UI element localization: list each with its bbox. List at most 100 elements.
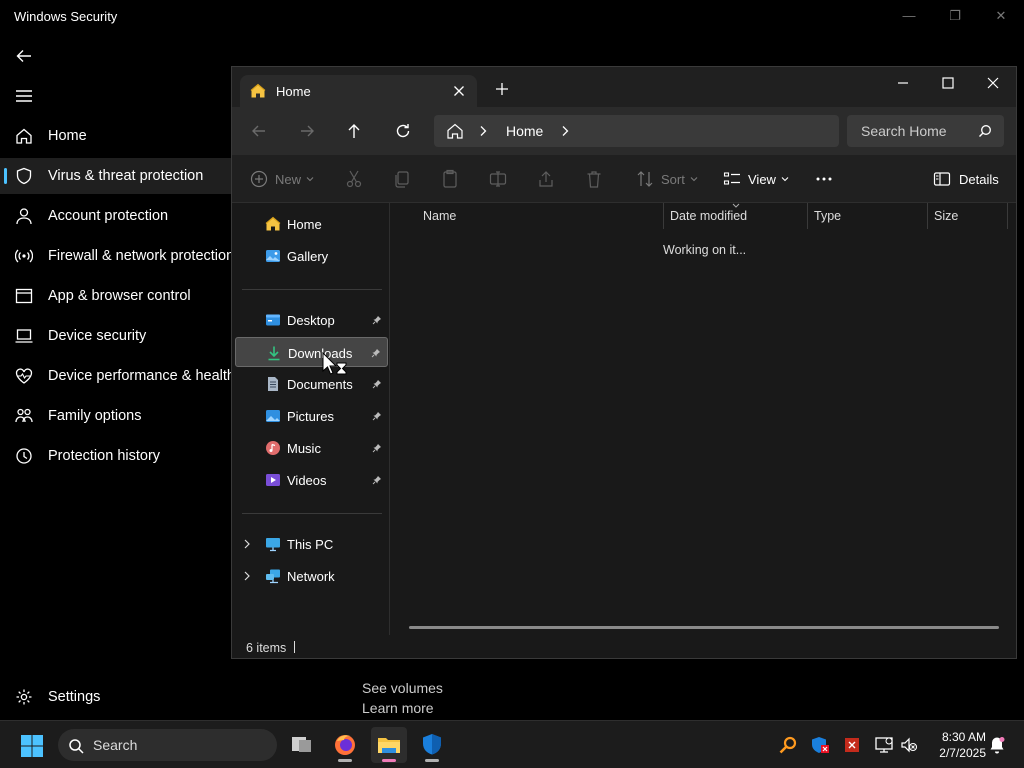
chevron-right-icon[interactable] <box>243 571 251 581</box>
copy-icon[interactable] <box>393 169 411 189</box>
command-bar: New Sort View Details <box>232 155 1016 203</box>
search-icon <box>979 125 991 137</box>
back-arrow-icon[interactable] <box>249 121 269 141</box>
search-input[interactable]: Search Home <box>847 115 1004 147</box>
clock[interactable]: 8:30 AM 2/7/2025 <box>924 729 986 761</box>
nav-divider <box>242 513 382 514</box>
address-toolbar: Home Search Home <box>232 107 1016 155</box>
pin-icon[interactable] <box>372 443 382 453</box>
forward-arrow-icon[interactable] <box>297 121 317 141</box>
nav-item-this-pc[interactable]: This PC <box>235 529 388 559</box>
close-button[interactable]: ✕ <box>989 6 1013 26</box>
nav-item-home[interactable]: Home <box>235 209 388 239</box>
firefox-taskbar-button[interactable] <box>327 727 363 763</box>
wifi-icon <box>15 249 33 263</box>
chevron-right-icon[interactable] <box>243 539 251 549</box>
maximize-icon[interactable] <box>933 71 963 95</box>
chevron-right-icon[interactable] <box>560 125 570 137</box>
minimize-icon[interactable] <box>888 71 918 95</box>
download-icon <box>268 346 280 361</box>
pin-icon[interactable] <box>372 379 382 389</box>
column-divider[interactable] <box>927 203 928 229</box>
tab-home[interactable]: Home <box>240 75 477 107</box>
nav-item-downloads[interactable]: Downloads <box>235 337 388 367</box>
breadcrumb[interactable]: Home <box>506 123 543 139</box>
up-arrow-icon[interactable] <box>344 121 364 141</box>
column-divider[interactable] <box>1007 203 1008 229</box>
nav-label: Music <box>287 441 321 456</box>
column-header-date-modified[interactable]: Date modified <box>670 209 747 223</box>
navigation-pane: Home Gallery Desktop Downloads Documents… <box>232 203 390 635</box>
nav-item-documents[interactable]: Documents <box>235 369 388 399</box>
nav-item-virus-threat-protection[interactable]: Virus & threat protection <box>0 158 232 194</box>
nav-item-gallery[interactable]: Gallery <box>235 241 388 271</box>
horizontal-scrollbar[interactable] <box>409 626 999 629</box>
column-header-name[interactable]: Name <box>423 209 456 223</box>
cut-icon[interactable] <box>345 169 363 189</box>
security-warning-tray-icon[interactable] <box>810 735 830 755</box>
nav-item-family-options[interactable]: Family options <box>0 398 232 434</box>
nav-item-account-protection[interactable]: Account protection <box>0 198 232 234</box>
rename-icon[interactable] <box>489 169 507 189</box>
nav-item-music[interactable]: Music <box>235 433 388 463</box>
nav-item-pictures[interactable]: Pictures <box>235 401 388 431</box>
network-tray-icon[interactable] <box>874 735 894 755</box>
nav-item-device-security[interactable]: Device security <box>0 318 232 354</box>
taskbar-search[interactable]: Search <box>58 729 277 761</box>
chevron-right-icon[interactable] <box>478 125 488 137</box>
see-volumes-link[interactable]: See volumes <box>362 680 443 696</box>
notification-bell-icon[interactable] <box>987 735 1007 755</box>
sort-button[interactable]: Sort <box>636 169 699 189</box>
status-bar: 6 items <box>232 635 1016 658</box>
file-explorer-taskbar-button[interactable] <box>371 727 407 763</box>
nav-item-network[interactable]: Network <box>235 561 388 591</box>
magnifier-tray-icon[interactable] <box>778 735 798 755</box>
task-view-button[interactable] <box>283 727 319 763</box>
nav-label: Firewall & network protection <box>48 248 235 264</box>
pin-icon[interactable] <box>371 348 381 358</box>
nav-label: This PC <box>287 537 334 552</box>
nav-item-app-browser-control[interactable]: App & browser control <box>0 278 232 314</box>
pin-icon[interactable] <box>372 475 382 485</box>
new-button[interactable]: New <box>250 169 315 189</box>
column-divider[interactable] <box>663 203 664 229</box>
view-button[interactable]: View <box>723 169 790 189</box>
restore-button[interactable]: ❐ <box>943 6 967 26</box>
new-tab-icon[interactable] <box>494 81 510 97</box>
refresh-icon[interactable] <box>393 121 413 141</box>
nav-item-home[interactable]: Home <box>0 118 232 154</box>
address-bar[interactable]: Home <box>434 115 839 147</box>
nav-item-videos[interactable]: Videos <box>235 465 388 495</box>
learn-more-link[interactable]: Learn more <box>362 700 434 716</box>
back-arrow-icon[interactable] <box>14 46 34 66</box>
nav-item-protection-history[interactable]: Protection history <box>0 438 232 474</box>
share-icon[interactable] <box>537 169 555 189</box>
nav-item-desktop[interactable]: Desktop <box>235 305 388 335</box>
pin-icon[interactable] <box>372 411 382 421</box>
video-icon <box>266 474 280 486</box>
nav-label: Device security <box>48 328 147 344</box>
volume-muted-tray-icon[interactable] <box>899 735 919 755</box>
minimize-button[interactable]: — <box>897 6 921 26</box>
hamburger-menu-icon[interactable] <box>14 86 34 106</box>
details-button[interactable]: Details <box>933 169 999 189</box>
windows-security-taskbar-button[interactable] <box>414 727 450 763</box>
column-divider[interactable] <box>807 203 808 229</box>
folder-icon <box>378 738 400 753</box>
nav-item-firewall[interactable]: Firewall & network protection <box>0 238 235 274</box>
delete-icon[interactable] <box>585 169 603 189</box>
pin-icon[interactable] <box>372 315 382 325</box>
column-header-size[interactable]: Size <box>934 209 958 223</box>
nav-label: Device performance & health <box>48 368 235 384</box>
windows-start-icon[interactable] <box>20 734 44 758</box>
gallery-icon <box>266 250 280 262</box>
settings-button[interactable]: Settings <box>0 679 232 715</box>
close-tab-icon[interactable] <box>449 81 469 101</box>
close-window-icon[interactable] <box>978 71 1008 95</box>
column-header-type[interactable]: Type <box>814 209 841 223</box>
more-options-icon[interactable] <box>814 169 834 189</box>
nav-item-device-performance[interactable]: Device performance & health <box>0 358 235 394</box>
paste-icon[interactable] <box>441 169 459 189</box>
error-tray-icon[interactable] <box>842 735 862 755</box>
shield-icon <box>423 734 441 755</box>
